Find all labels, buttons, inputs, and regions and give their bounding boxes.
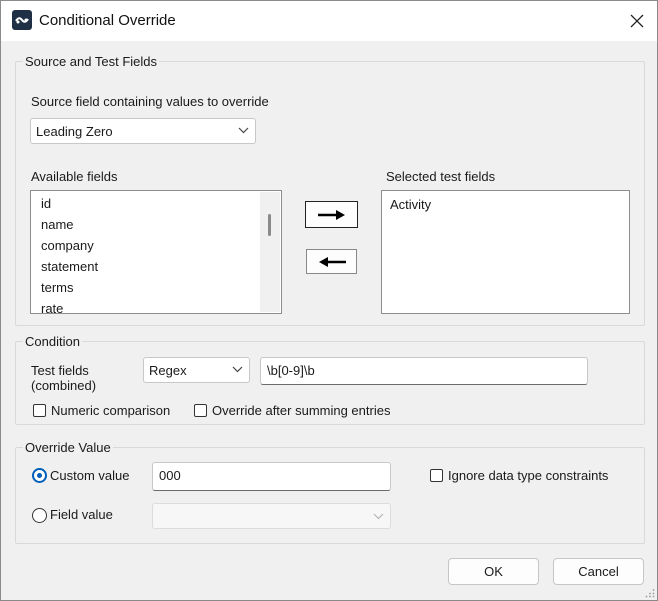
override-after-summing-checkbox[interactable] xyxy=(194,404,207,417)
cancel-button[interactable]: Cancel xyxy=(553,558,644,585)
test-fields-combined-label: (combined) xyxy=(31,378,97,393)
selected-fields-list[interactable]: Activity xyxy=(381,190,630,314)
resize-grip-icon[interactable] xyxy=(645,588,655,598)
field-value-dropdown[interactable] xyxy=(152,503,391,529)
remove-field-button[interactable] xyxy=(306,249,357,274)
ignore-data-type-checkbox[interactable] xyxy=(430,469,443,482)
app-logo-icon xyxy=(12,10,32,30)
expression-value: \b[0-9]\b xyxy=(267,363,315,378)
condition-group-title: Condition xyxy=(23,334,82,349)
chevron-down-icon xyxy=(232,366,243,373)
field-value-radio[interactable] xyxy=(32,508,47,523)
field-value-label[interactable]: Field value xyxy=(50,507,113,522)
list-item[interactable]: rate xyxy=(41,301,63,313)
expression-input[interactable]: \b[0-9]\b xyxy=(260,357,588,385)
source-field-value: Leading Zero xyxy=(36,124,113,139)
list-item[interactable]: name xyxy=(41,217,74,232)
arrow-left-icon xyxy=(318,256,346,267)
operator-dropdown[interactable]: Regex xyxy=(143,357,250,383)
arrow-right-icon xyxy=(317,209,345,220)
list-item[interactable]: Activity xyxy=(390,197,431,212)
selected-fields-label: Selected test fields xyxy=(386,169,496,184)
chevron-down-icon xyxy=(373,513,384,520)
override-group-title: Override Value xyxy=(23,440,113,455)
custom-value-text: 000 xyxy=(159,468,181,483)
source-field-label: Source field containing values to overri… xyxy=(31,94,269,109)
custom-value-input[interactable]: 000 xyxy=(152,462,391,491)
available-fields-list[interactable]: id name company statement terms rate xyxy=(30,190,282,314)
test-fields-label: Test fields xyxy=(31,363,89,378)
list-item[interactable]: statement xyxy=(41,259,98,274)
numeric-comparison-label[interactable]: Numeric comparison xyxy=(51,403,170,418)
source-group-title: Source and Test Fields xyxy=(23,54,159,69)
add-field-button[interactable] xyxy=(305,201,358,228)
ok-button[interactable]: OK xyxy=(448,558,539,585)
window-title: Conditional Override xyxy=(39,12,176,29)
chevron-down-icon xyxy=(238,127,249,134)
source-field-dropdown[interactable]: Leading Zero xyxy=(30,118,256,144)
list-item[interactable]: terms xyxy=(41,280,74,295)
operator-value: Regex xyxy=(149,363,187,378)
close-button[interactable] xyxy=(619,3,655,39)
list-item[interactable]: id xyxy=(41,196,51,211)
list-item[interactable]: company xyxy=(41,238,94,253)
title-bar[interactable]: Conditional Override xyxy=(1,1,657,41)
override-after-summing-label[interactable]: Override after summing entries xyxy=(212,403,390,418)
numeric-comparison-checkbox[interactable] xyxy=(33,404,46,417)
conditional-override-dialog: Conditional Override Source and Test Fie… xyxy=(0,0,658,601)
available-fields-label: Available fields xyxy=(31,169,118,184)
ignore-data-type-label[interactable]: Ignore data type constraints xyxy=(448,468,608,483)
custom-value-label[interactable]: Custom value xyxy=(50,468,129,483)
available-fields-scrollbar[interactable] xyxy=(260,192,280,312)
custom-value-radio[interactable] xyxy=(32,468,47,483)
close-icon xyxy=(630,14,644,28)
scrollbar-thumb[interactable] xyxy=(268,214,271,236)
